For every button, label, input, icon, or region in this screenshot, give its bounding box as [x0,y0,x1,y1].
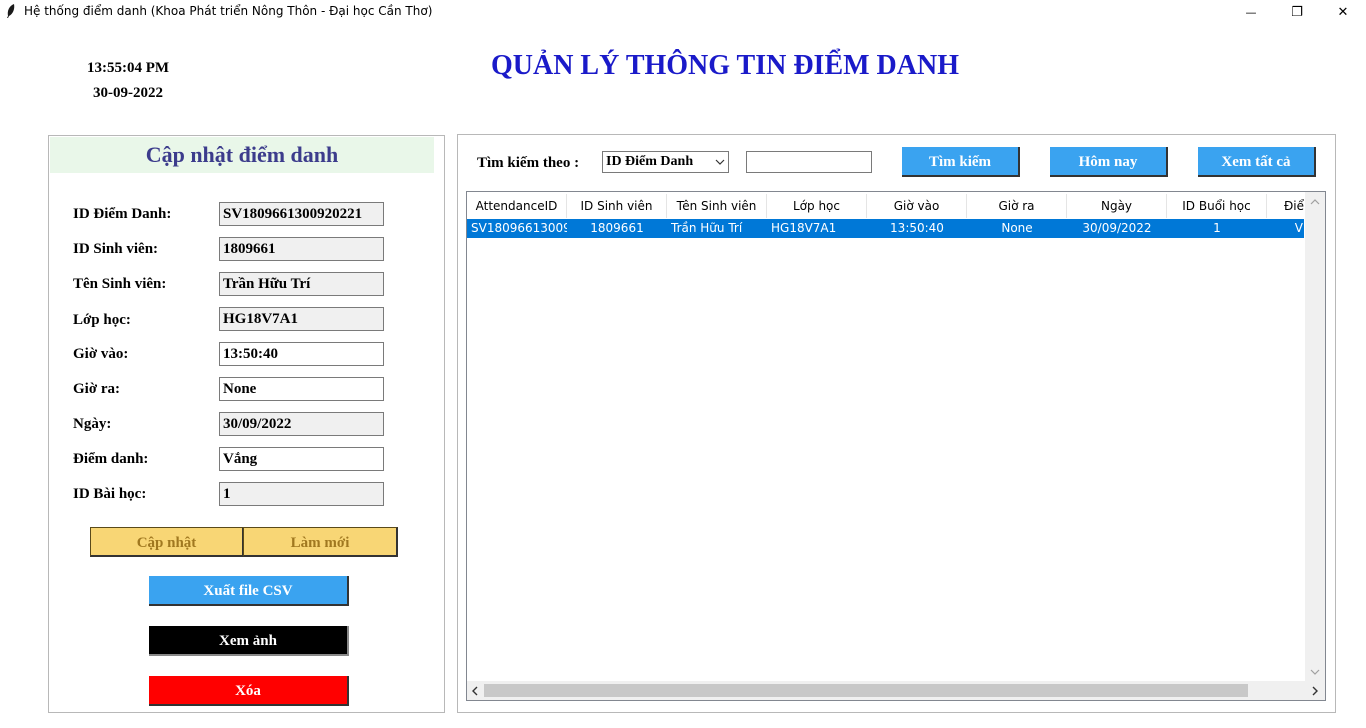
feather-app-icon [7,4,15,18]
scroll-right-icon[interactable] [1312,686,1319,696]
time-out-field[interactable]: None [219,377,384,401]
row-status: V [1294,221,1303,235]
column-header-student-name[interactable]: Tên Sinh viên [667,194,767,218]
attendance-status-label: Điểm danh: [73,451,149,467]
scroll-left-icon[interactable] [471,686,478,696]
update-panel-title: Cập nhật điểm danh [50,137,434,173]
class-field[interactable]: HG18V7A1 [219,307,384,331]
row-time-in: 13:50:40 [890,221,944,235]
column-header-time-in[interactable]: Giờ vào [867,194,967,218]
time-in-field[interactable]: 13:50:40 [219,342,384,366]
search-by-label: Tìm kiếm theo : [477,155,580,171]
refresh-button[interactable]: Làm mới [243,527,398,557]
time-in-label: Giờ vào: [73,346,129,362]
search-field-selected: ID Điểm Danh [606,154,694,169]
clock-time: 13:55:04 PM [87,60,170,76]
column-header-class[interactable]: Lớp học [767,194,867,218]
student-name-label: Tên Sinh viên: [73,276,167,292]
update-button[interactable]: Cập nhật [90,527,244,557]
row-student-name: Trần Hữu Trí [671,221,743,235]
attendance-id-label: ID Điểm Danh: [73,206,172,222]
restore-icon: ❐ [1291,4,1303,20]
window-titlebar: Hệ thống điểm danh (Khoa Phát triển Nông… [0,0,1366,24]
class-label: Lớp học: [73,312,131,328]
time-out-label: Giờ ra: [73,381,121,397]
row-student-id: 1809661 [590,221,644,235]
lesson-id-label: ID Bài học: [73,486,147,502]
window-title: Hệ thống điểm danh (Khoa Phát triển Nông… [24,4,433,18]
export-csv-button[interactable]: Xuất file CSV [149,576,349,606]
delete-button[interactable]: Xóa [149,676,349,706]
student-name-field[interactable]: Trần Hữu Trí [219,272,384,296]
minimize-icon: — [1245,5,1257,19]
view-all-button[interactable]: Xem tất cả [1198,147,1316,177]
attendance-table[interactable] [466,191,1326,701]
attendance-status-field[interactable]: Vắng [219,447,384,471]
column-header-time-out[interactable]: Giờ ra [967,194,1067,218]
column-header-date[interactable]: Ngày [1067,194,1167,218]
vertical-scrollbar[interactable] [1305,192,1325,681]
search-button[interactable]: Tìm kiếm [902,147,1020,177]
lesson-id-field[interactable]: 1 [219,482,384,506]
clock-date: 30-09-2022 [93,85,163,101]
attendance-id-field[interactable]: SV1809661300920221 [219,202,384,226]
today-button[interactable]: Hôm nay [1050,147,1168,177]
minimize-button[interactable]: — [1228,0,1274,24]
search-input[interactable] [746,151,872,173]
search-field-select[interactable]: ID Điểm Danh [602,151,729,173]
row-session-id: 1 [1213,221,1221,235]
restore-button[interactable]: ❐ [1274,0,1320,24]
column-header-status[interactable]: Điể [1267,194,1304,218]
column-header-session-id[interactable]: ID Buổi học [1167,194,1267,218]
scroll-up-icon[interactable] [1310,198,1320,205]
column-header-attendance-id[interactable]: AttendanceID [467,194,567,218]
row-attendance-id: SV1809661300920 [471,221,567,235]
view-image-button[interactable]: Xem ảnh [149,626,349,656]
scroll-right-button[interactable] [1305,681,1325,700]
student-id-label: ID Sinh viên: [73,241,159,257]
row-class: HG18V7A1 [771,221,837,235]
page-title: QUẢN LÝ THÔNG TIN ĐIỂM DANH [490,50,959,81]
column-header-student-id[interactable]: ID Sinh viên [567,194,667,218]
close-button[interactable]: ✕ [1320,0,1366,24]
student-id-field[interactable]: 1809661 [219,237,384,261]
date-field[interactable]: 30/09/2022 [219,412,384,436]
row-date: 30/09/2022 [1082,221,1152,235]
scroll-down-icon[interactable] [1310,669,1320,676]
row-time-out: None [1001,221,1033,235]
close-icon: ✕ [1337,4,1349,20]
horizontal-scrollbar[interactable] [467,681,1305,700]
horizontal-scroll-thumb[interactable] [484,684,1248,697]
date-label: Ngày: [73,416,112,432]
chevron-down-icon [715,159,725,165]
